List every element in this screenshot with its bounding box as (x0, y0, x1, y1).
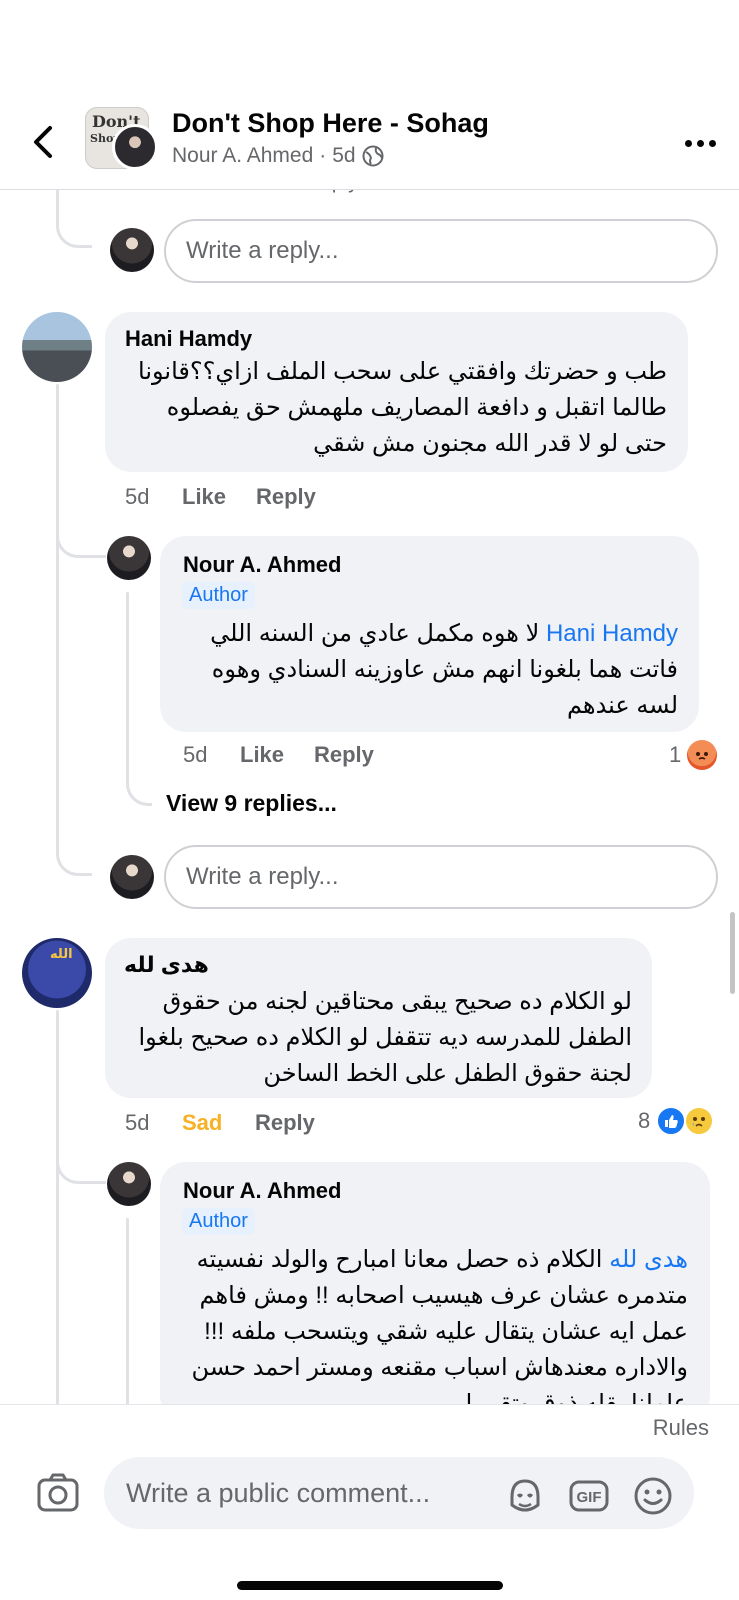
thread-connector (56, 1126, 106, 1184)
commenter-avatar[interactable]: الله (22, 938, 92, 1008)
separator: · (319, 144, 327, 167)
back-button[interactable] (26, 120, 60, 164)
avatar-text: الله (50, 946, 73, 961)
reaction-count: 8 (638, 1108, 651, 1133)
thread-line (56, 1010, 59, 1410)
comment-text: لو الكلام ده صحيح يبقى محتاقين لجنه من ح… (138, 988, 633, 1087)
like-button[interactable]: Like (240, 742, 314, 768)
thread-line (56, 384, 59, 854)
reply-avatar[interactable] (107, 1162, 151, 1206)
mention-link[interactable]: Hani Hamdy (546, 620, 678, 647)
thread-connector (126, 740, 152, 806)
reaction-count: 1 (669, 742, 682, 767)
post-author[interactable]: Nour A. Ahmed (172, 144, 313, 168)
author-avatar[interactable] (112, 124, 158, 170)
angry-reaction-icon (687, 740, 718, 770)
comment-time: 5d (183, 742, 208, 767)
home-indicator (237, 1581, 503, 1590)
sad-reaction-icon (684, 1106, 715, 1136)
like-button[interactable]: Like (182, 484, 256, 510)
reply-button[interactable]: Reply (314, 742, 374, 768)
reply-button[interactable]: Reply (255, 1110, 315, 1136)
thread-line (126, 1218, 129, 1418)
thread-connector (56, 820, 92, 876)
thread-connector (56, 190, 92, 248)
sad-reaction-button[interactable]: Sad (182, 1110, 255, 1136)
reaction-summary[interactable]: 8 (638, 1106, 715, 1136)
reply-button[interactable]: Reply (256, 484, 316, 510)
reaction-summary[interactable]: 1 (669, 740, 718, 770)
page-title[interactable]: Don't Shop Here - Sohag (172, 108, 489, 139)
comment-text: Hani Hamdy لا هوه مكمل عادي من السنه الل… (176, 616, 678, 724)
post-header: Don't Shop Don't Shop Here - Sohag Nour … (0, 0, 739, 190)
comment-meta: 5d Like Reply (183, 742, 374, 768)
reply-avatar[interactable] (110, 855, 154, 899)
comment-meta: 5d Sad Reply (125, 1110, 315, 1136)
comment-composer: Rules Write a public comment... GIF (0, 1404, 739, 1600)
commenter-name[interactable]: هدى لله (124, 952, 209, 978)
camera-icon[interactable] (36, 1471, 80, 1515)
commenter-name[interactable]: Nour A. Ahmed (183, 552, 341, 578)
author-badge: Author (182, 1208, 255, 1235)
reply-avatar[interactable] (110, 228, 154, 272)
svg-text:GIF: GIF (577, 1489, 602, 1506)
author-badge: Author (182, 582, 255, 609)
comment-meta: 5d Like Reply (125, 484, 316, 510)
globe-icon (362, 145, 384, 167)
post-subtitle: Nour A. Ahmed · 5d (172, 144, 384, 168)
reply-avatar[interactable] (107, 536, 151, 580)
like-reaction-icon (656, 1106, 687, 1136)
back-arrow-icon (34, 126, 52, 158)
avatar-sticker-icon[interactable] (504, 1475, 546, 1517)
view-more-replies[interactable]: View 9 replies... (166, 790, 337, 817)
more-button[interactable] (680, 128, 720, 158)
comment-text: طب و حضرتك وافقتي على سحب الملف ازاي؟؟قا… (138, 358, 667, 457)
reply-input[interactable]: Write a reply... (164, 219, 718, 283)
post-time: 5d (332, 144, 356, 167)
commenter-avatar[interactable] (22, 312, 92, 382)
commenter-name[interactable]: Nour A. Ahmed (183, 1178, 341, 1204)
rules-link[interactable]: Rules (653, 1415, 709, 1441)
commenter-name[interactable]: Hani Hamdy (125, 326, 252, 352)
comment-text: هدى لله الكلام ذه حصل معانا امبارح والول… (176, 1242, 688, 1422)
thread-connector (56, 500, 106, 558)
comment-time: 5d (125, 1110, 150, 1135)
scrollbar[interactable] (730, 912, 735, 994)
reply-input[interactable]: Write a reply... (164, 845, 718, 909)
thread-line (126, 592, 129, 762)
emoji-icon[interactable] (632, 1475, 674, 1517)
gif-icon[interactable]: GIF (568, 1475, 610, 1517)
comment-time: 5d (125, 484, 150, 509)
mention-link[interactable]: هدى لله (609, 1246, 688, 1273)
